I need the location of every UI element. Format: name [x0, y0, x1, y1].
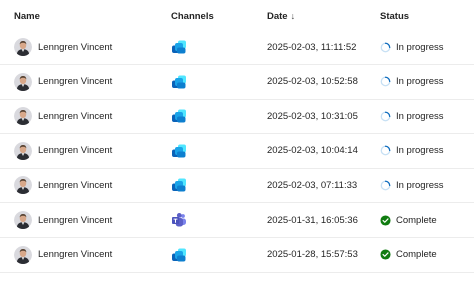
column-header-status[interactable]: Status — [380, 11, 409, 22]
column-header-name[interactable]: Name — [14, 11, 40, 22]
status-cell: In progress — [380, 168, 444, 202]
user-name[interactable]: Lenngren Vincent — [38, 42, 112, 53]
date-cell: 2025-01-31, 16:05:36 — [267, 214, 358, 226]
status-label: In progress — [396, 76, 444, 88]
status-label: Complete — [396, 249, 437, 261]
column-header-channels[interactable]: Channels — [171, 11, 214, 22]
channel-cell — [171, 99, 187, 133]
name-cell: Lenngren Vincent — [14, 168, 112, 202]
copilot-icon — [171, 39, 187, 55]
status-cell: In progress — [380, 65, 444, 99]
channel-cell — [171, 203, 187, 237]
status-label: In progress — [396, 110, 444, 122]
sort-descending-icon: ↓ — [290, 11, 296, 21]
spinner-icon — [380, 145, 396, 156]
status-label: In progress — [396, 41, 444, 53]
check-circle-icon — [380, 249, 396, 260]
spinner-icon — [380, 76, 396, 87]
user-name[interactable]: Lenngren Vincent — [38, 180, 112, 191]
user-name[interactable]: Lenngren Vincent — [38, 215, 112, 226]
status-cell: In progress — [380, 99, 444, 133]
date-cell: 2025-02-03, 10:52:58 — [267, 76, 358, 88]
user-name[interactable]: Lenngren Vincent — [38, 76, 112, 87]
copilot-icon — [171, 108, 187, 124]
date-cell: 2025-02-03, 11:11:52 — [267, 41, 357, 53]
status-cell: Complete — [380, 238, 437, 272]
table-row[interactable]: Lenngren Vincent 2025-01-31, 16:05:36 Comp… — [0, 203, 474, 238]
channel-cell — [171, 238, 187, 272]
table-row[interactable]: Lenngren Vincent 2025-02-03, 07:11:33 In p… — [0, 168, 474, 204]
status-label: In progress — [396, 179, 444, 191]
avatar — [14, 245, 32, 264]
date-cell: 2025-02-03, 10:04:14 — [267, 145, 358, 157]
runs-table: Name Channels Date ↓ Status Lenngren Vinc… — [0, 0, 474, 284]
channel-cell — [171, 30, 187, 64]
column-header-date-label: Date — [267, 11, 288, 22]
copilot-icon — [171, 247, 187, 263]
name-cell: Lenngren Vincent — [14, 30, 112, 64]
spinner-icon — [380, 42, 396, 53]
table-row[interactable]: Lenngren Vincent 2025-02-03, 11:11:52 In p… — [0, 30, 474, 65]
avatar — [14, 141, 32, 160]
avatar — [14, 176, 32, 195]
avatar — [14, 107, 32, 126]
name-cell: Lenngren Vincent — [14, 99, 112, 133]
date-cell: 2025-02-03, 10:31:05 — [267, 110, 358, 122]
table-header: Name Channels Date ↓ Status — [0, 0, 474, 32]
table-row[interactable]: Lenngren Vincent 2025-02-03, 10:04:14 In p… — [0, 134, 474, 169]
status-cell: In progress — [380, 30, 444, 64]
name-cell: Lenngren Vincent — [14, 203, 112, 237]
copilot-icon — [171, 143, 187, 159]
date-cell: 2025-01-28, 15:57:53 — [267, 249, 358, 261]
status-label: In progress — [396, 145, 444, 157]
status-cell: Complete — [380, 203, 437, 237]
name-cell: Lenngren Vincent — [14, 134, 112, 168]
channel-cell — [171, 65, 187, 99]
check-circle-icon — [380, 214, 396, 226]
channel-cell — [171, 134, 187, 168]
user-name[interactable]: Lenngren Vincent — [38, 111, 112, 122]
spinner-icon — [380, 180, 396, 191]
channel-cell — [171, 168, 187, 202]
table-row[interactable]: Lenngren Vincent 2025-02-03, 10:52:58 In p… — [0, 65, 474, 100]
table-row[interactable]: Lenngren Vincent 2025-02-03, 10:31:05 In p… — [0, 99, 474, 135]
avatar — [14, 72, 32, 91]
column-header-date[interactable]: Date ↓ — [267, 11, 295, 22]
avatar — [14, 211, 32, 229]
date-cell: 2025-02-03, 07:11:33 — [267, 179, 358, 191]
teams-icon — [171, 212, 187, 228]
avatar — [14, 38, 32, 56]
table-row[interactable]: Lenngren Vincent 2025-01-28, 15:57:53 Comp… — [0, 238, 474, 273]
status-label: Complete — [396, 214, 437, 226]
user-name[interactable]: Lenngren Vincent — [38, 145, 112, 156]
name-cell: Lenngren Vincent — [14, 238, 112, 272]
status-cell: In progress — [380, 134, 444, 168]
user-name[interactable]: Lenngren Vincent — [38, 249, 112, 260]
spinner-icon — [380, 111, 396, 122]
copilot-icon — [171, 177, 187, 193]
name-cell: Lenngren Vincent — [14, 65, 112, 99]
copilot-icon — [171, 74, 187, 90]
